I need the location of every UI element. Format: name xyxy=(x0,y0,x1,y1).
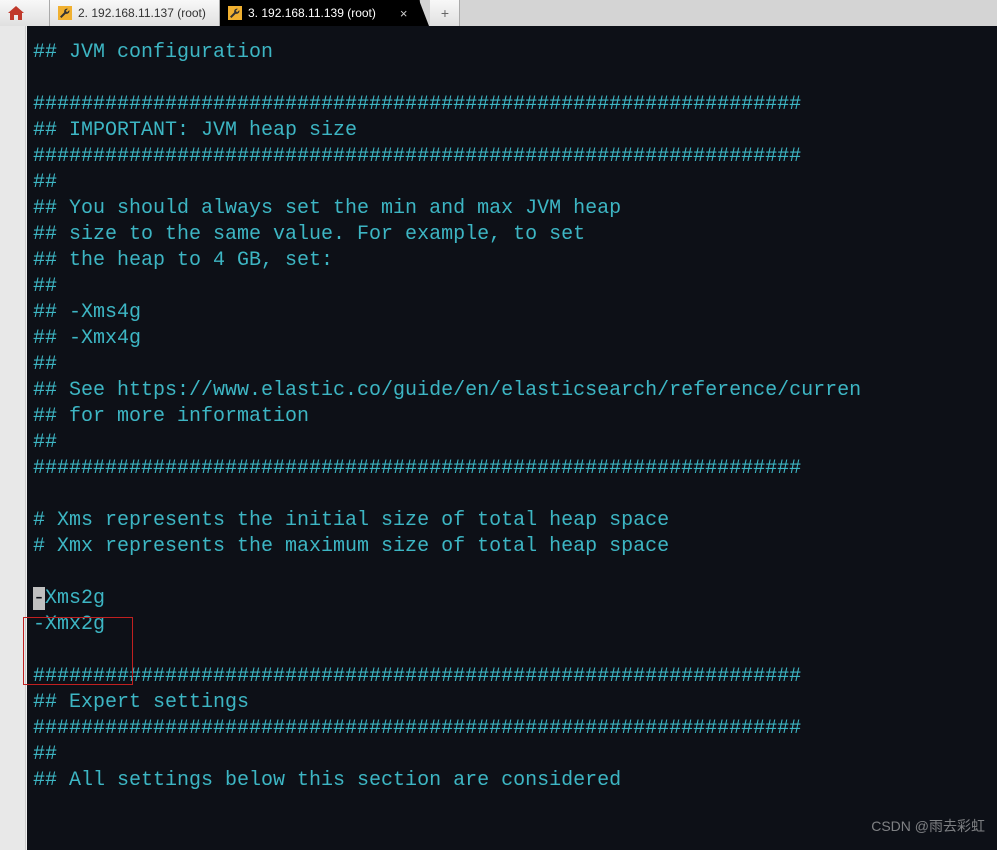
terminal-line: ## the heap to 4 GB, set: xyxy=(33,248,991,274)
close-icon[interactable]: × xyxy=(400,6,408,21)
watermark: CSDN @雨去彩虹 xyxy=(871,816,985,836)
terminal-line: ########################################… xyxy=(33,456,991,482)
terminal-line xyxy=(33,638,991,664)
terminal-line: ## JVM configuration xyxy=(33,40,991,66)
terminal-line: # Xmx represents the maximum size of tot… xyxy=(33,534,991,560)
left-gutter xyxy=(0,26,26,850)
terminal-line: ## xyxy=(33,274,991,300)
terminal-line: -Xms2g xyxy=(33,586,991,612)
terminal-line xyxy=(33,482,991,508)
terminal-line: ## xyxy=(33,742,991,768)
plus-icon: + xyxy=(441,5,449,21)
terminal-line: ## Expert settings xyxy=(33,690,991,716)
tab-home[interactable] xyxy=(0,0,50,26)
tab-label: 2. 192.168.11.137 (root) xyxy=(78,6,206,20)
terminal-line: ########################################… xyxy=(33,664,991,690)
terminal-line: -Xmx2g xyxy=(33,612,991,638)
terminal-line: ########################################… xyxy=(33,716,991,742)
terminal-line: ## xyxy=(33,352,991,378)
tab-bar: 2. 192.168.11.137 (root) 3. 192.168.11.1… xyxy=(0,0,997,26)
terminal-line: ## See https://www.elastic.co/guide/en/e… xyxy=(33,378,991,404)
tab-session-2[interactable]: 3. 192.168.11.139 (root) × xyxy=(220,0,420,26)
wrench-icon xyxy=(58,6,72,20)
terminal-line: ## xyxy=(33,170,991,196)
terminal-line: ########################################… xyxy=(33,92,991,118)
terminal-line: ## IMPORTANT: JVM heap size xyxy=(33,118,991,144)
terminal-cursor: - xyxy=(33,587,45,610)
new-tab-button[interactable]: + xyxy=(430,0,460,26)
terminal-line: ########################################… xyxy=(33,144,991,170)
terminal-line: ## size to the same value. For example, … xyxy=(33,222,991,248)
terminal-line: ## xyxy=(33,430,991,456)
terminal-line: ## for more information xyxy=(33,404,991,430)
terminal-line xyxy=(33,66,991,92)
terminal-line: # Xms represents the initial size of tot… xyxy=(33,508,991,534)
terminal-line xyxy=(33,560,991,586)
tab-label: 3. 192.168.11.139 (root) xyxy=(248,6,376,20)
terminal-line: ## You should always set the min and max… xyxy=(33,196,991,222)
terminal-line: ## -Xmx4g xyxy=(33,326,991,352)
terminal-line: ## All settings below this section are c… xyxy=(33,768,991,794)
tab-session-1[interactable]: 2. 192.168.11.137 (root) xyxy=(50,0,220,26)
terminal-line: ## -Xms4g xyxy=(33,300,991,326)
wrench-icon xyxy=(228,6,242,20)
terminal-content[interactable]: ## JVM configuration ###################… xyxy=(27,26,997,850)
home-icon xyxy=(8,6,24,20)
